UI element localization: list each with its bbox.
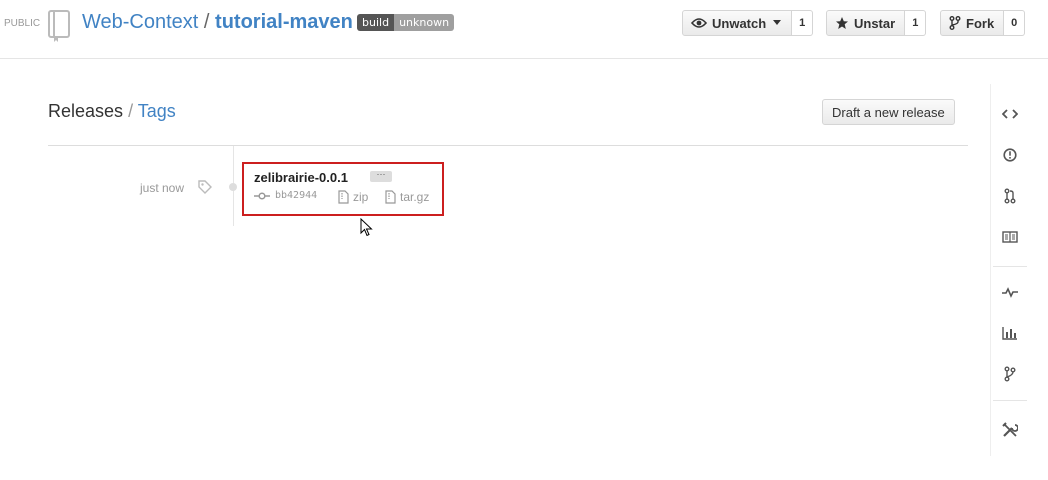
draft-release-button[interactable]: Draft a new release — [822, 99, 955, 125]
timeline-dot — [229, 183, 237, 191]
badge-status: unknown — [394, 14, 455, 31]
repo-link[interactable]: tutorial-maven — [215, 11, 353, 33]
build-status-badge[interactable]: build unknown — [357, 14, 455, 31]
network-icon — [1004, 366, 1016, 382]
repo-book-icon — [47, 10, 73, 47]
nav-divider — [993, 266, 1027, 267]
zip-file-icon — [338, 190, 349, 204]
pull-request-icon — [1004, 188, 1016, 204]
unstar-label: Unstar — [854, 15, 896, 31]
zip-download-link[interactable]: zip — [338, 190, 368, 204]
repo-title: Web-Context / tutorial-maven — [82, 11, 353, 34]
issues-icon — [1003, 148, 1017, 162]
badge-label: build — [357, 14, 395, 31]
unwatch-label: Unwatch — [712, 15, 767, 31]
wiki-icon — [1002, 231, 1018, 243]
owner-link[interactable]: Web-Context — [82, 11, 198, 33]
unstar-button[interactable]: Unstar — [826, 10, 906, 36]
fork-button[interactable]: Fork — [940, 10, 1005, 36]
nav-divider — [993, 400, 1027, 401]
repo-sidebar-nav — [990, 84, 1029, 456]
graphs-icon — [1002, 327, 1017, 340]
tags-tab[interactable]: Tags — [138, 101, 176, 121]
nav-network[interactable] — [991, 362, 1029, 386]
releases-tab[interactable]: Releases — [48, 101, 123, 121]
targz-label: tar.gz — [400, 190, 430, 204]
visibility-label: PUBLIC — [4, 18, 41, 29]
watch-group: Unwatch 1 — [682, 10, 814, 36]
nav-issues[interactable] — [991, 143, 1029, 167]
settings-icon — [1002, 422, 1018, 437]
page-title: Releases / Tags — [48, 101, 176, 122]
unwatch-button[interactable]: Unwatch — [682, 10, 793, 36]
star-icon — [836, 17, 848, 29]
watch-count[interactable]: 1 — [792, 10, 814, 36]
code-icon — [1002, 109, 1018, 119]
eye-icon — [691, 18, 707, 28]
star-count[interactable]: 1 — [905, 10, 927, 36]
fork-label: Fork — [966, 15, 995, 31]
nav-pull-requests[interactable] — [991, 184, 1029, 208]
nav-settings[interactable] — [991, 418, 1029, 442]
nav-pulse[interactable] — [991, 280, 1029, 304]
divider — [48, 145, 968, 146]
targz-download-link[interactable]: tar.gz — [385, 190, 429, 204]
fork-icon — [949, 16, 961, 30]
mouse-cursor-icon — [360, 217, 374, 243]
pulse-icon — [1002, 287, 1018, 298]
fork-count[interactable]: 0 — [1004, 10, 1026, 36]
chevron-down-icon — [773, 20, 782, 25]
releases-separator: / — [128, 101, 134, 121]
zip-label: zip — [353, 190, 369, 204]
tag-name-link[interactable]: zelibrairie-0.0.1 — [254, 170, 348, 185]
nav-code[interactable] — [991, 102, 1029, 126]
star-group: Unstar 1 — [826, 10, 927, 36]
commit-icon — [254, 191, 270, 200]
more-button[interactable]: ··· — [370, 170, 392, 182]
commit-link[interactable]: bb42944 — [254, 190, 317, 201]
fork-group: Fork 0 — [940, 10, 1026, 36]
tag-icon — [198, 180, 212, 199]
nav-graphs[interactable] — [991, 321, 1029, 345]
repo-header: PUBLIC Web-Context / tutorial-maven buil… — [0, 0, 1048, 59]
nav-wiki[interactable] — [991, 225, 1029, 249]
commit-sha: bb42944 — [275, 190, 318, 201]
targz-file-icon — [385, 190, 396, 204]
release-time: just now — [140, 181, 185, 195]
title-separator: / — [203, 11, 210, 33]
